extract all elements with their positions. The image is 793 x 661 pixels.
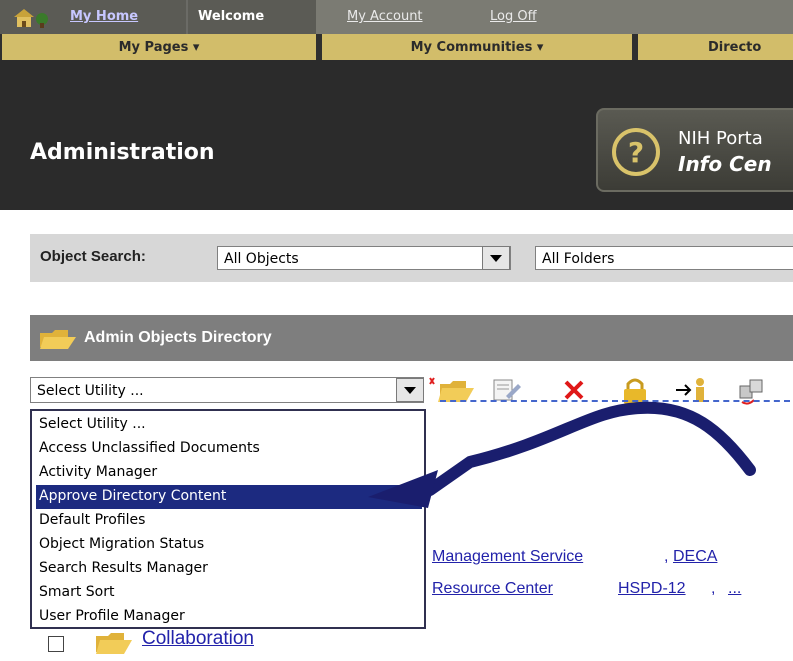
link-more[interactable]: ... xyxy=(728,580,741,598)
chevron-down-icon[interactable] xyxy=(396,378,424,402)
tab-directory[interactable]: Directo xyxy=(638,34,793,60)
my-account-link[interactable]: My Account xyxy=(347,9,423,24)
object-search-label: Object Search: xyxy=(40,248,146,265)
object-type-select[interactable]: All Objects xyxy=(217,246,511,270)
nav-row-links: My Home Welcome My Account Log Off xyxy=(0,0,793,34)
link-management-service[interactable]: Management Service xyxy=(432,548,583,566)
link-separator: , xyxy=(664,548,669,565)
link-separator: , xyxy=(711,580,716,597)
tab-my-communities[interactable]: My Communities ▾ xyxy=(322,34,632,60)
welcome-link[interactable]: Welcome xyxy=(198,9,264,24)
page-title: Administration xyxy=(30,140,215,165)
my-home-link[interactable]: My Home xyxy=(70,9,138,24)
log-off-link[interactable]: Log Off xyxy=(490,9,537,24)
tab-my-pages[interactable]: My Pages ▾ xyxy=(2,34,316,60)
folder-icon xyxy=(96,633,132,654)
dropdown-option-approve-directory[interactable]: Approve Directory Content xyxy=(36,485,422,509)
dropdown-option-access-unclassified[interactable]: Access Unclassified Documents xyxy=(36,437,422,461)
nav-separator xyxy=(186,0,188,34)
svg-text:?: ? xyxy=(628,136,644,169)
dropdown-option-object-migration[interactable]: Object Migration Status xyxy=(36,533,422,557)
help-question-icon: ? xyxy=(612,128,660,176)
toolbar-dotted-separator xyxy=(440,400,790,402)
nav-row-tabs: My Pages ▾ My Communities ▾ Directo xyxy=(0,34,793,60)
dropdown-option-select-utility[interactable]: Select Utility ... xyxy=(36,413,422,437)
collaboration-link[interactable]: Collaboration xyxy=(142,628,254,650)
dropdown-option-user-profile[interactable]: User Profile Manager xyxy=(36,605,422,629)
admin-objects-directory-header: Admin Objects Directory xyxy=(30,315,793,361)
top-navigation: My Home Welcome My Account Log Off My Pa… xyxy=(0,0,793,60)
directory-title: Admin Objects Directory xyxy=(84,329,272,346)
object-search-bar: Object Search: All Objects All Folders xyxy=(30,234,793,282)
info-center-line2: Info Cen xyxy=(678,152,772,176)
info-center-banner[interactable]: ? NIH Porta Info Cen xyxy=(596,108,793,192)
dropdown-option-default-profiles[interactable]: Default Profiles xyxy=(36,509,422,533)
dropdown-option-smart-sort[interactable]: Smart Sort xyxy=(36,581,422,605)
dropdown-option-activity-manager[interactable]: Activity Manager xyxy=(36,461,422,485)
link-deca[interactable]: DECA xyxy=(673,548,717,566)
utility-dropdown-list[interactable]: Select Utility ... Access Unclassified D… xyxy=(30,409,426,629)
info-center-line1: NIH Porta xyxy=(678,128,763,149)
folder-open-icon xyxy=(40,330,76,349)
collaboration-checkbox[interactable] xyxy=(48,636,64,652)
folder-select[interactable]: All Folders xyxy=(535,246,793,270)
utility-select[interactable]: Select Utility ... xyxy=(30,377,424,403)
dropdown-option-search-results[interactable]: Search Results Manager xyxy=(36,557,422,581)
chevron-down-icon[interactable] xyxy=(482,246,510,270)
home-icon[interactable] xyxy=(8,5,64,29)
admin-header: Administration ? NIH Porta Info Cen xyxy=(0,60,793,210)
link-resource-center[interactable]: Resource Center xyxy=(432,580,553,598)
portal-page: My Home Welcome My Account Log Off My Pa… xyxy=(0,0,793,661)
link-hspd-12[interactable]: HSPD-12 xyxy=(618,580,686,598)
